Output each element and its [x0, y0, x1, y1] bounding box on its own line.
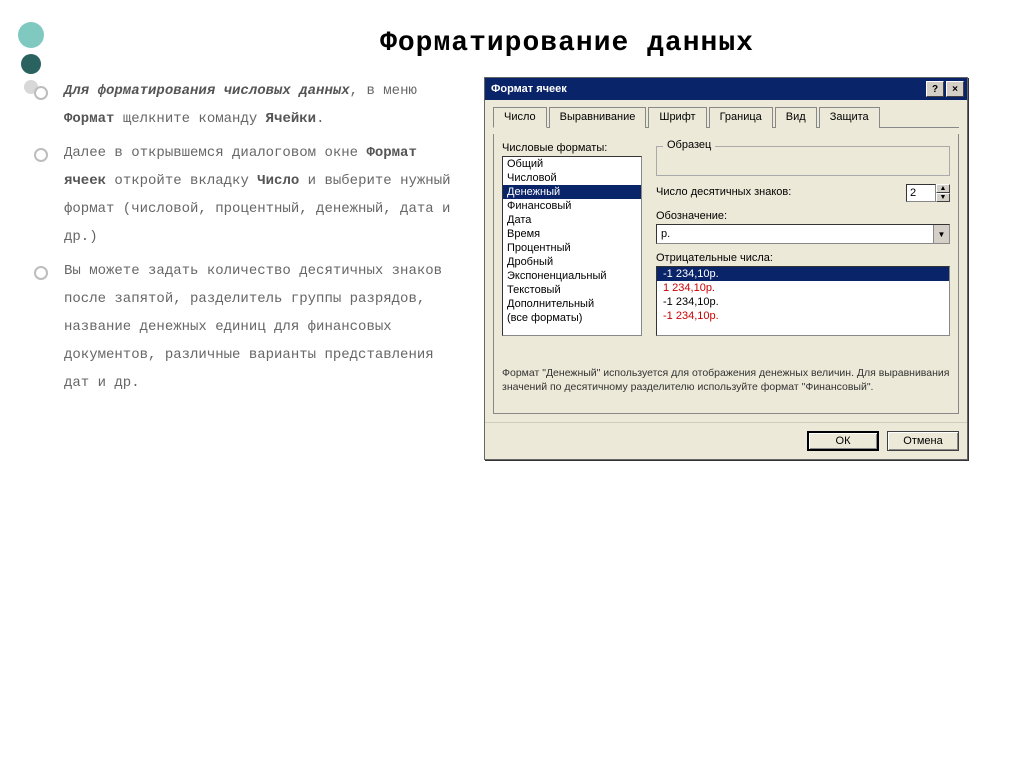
decimal-label: Число десятичных знаков:: [656, 186, 898, 198]
format-option[interactable]: Дробный: [503, 255, 641, 269]
formats-label: Числовые форматы:: [502, 142, 642, 154]
format-option[interactable]: Дата: [503, 213, 641, 227]
cancel-button[interactable]: Отмена: [887, 431, 959, 451]
negative-listbox[interactable]: -1 234,10р.1 234,10р.-1 234,10р.-1 234,1…: [656, 266, 950, 336]
format-cells-dialog: Формат ячеек ? × Число Выравнивание Шриф…: [484, 77, 968, 460]
format-option[interactable]: (все форматы): [503, 311, 641, 325]
tab-protection[interactable]: Защита: [819, 107, 880, 128]
tab-border[interactable]: Граница: [709, 107, 773, 128]
close-icon: ×: [952, 84, 958, 95]
close-button[interactable]: ×: [946, 81, 964, 97]
help-button[interactable]: ?: [926, 81, 944, 97]
bullet-list: Для форматирования числовых данных, в ме…: [60, 77, 460, 403]
help-icon: ?: [932, 84, 938, 95]
slide-title: Форматирование данных: [140, 28, 994, 59]
symbol-value: р.: [657, 228, 933, 240]
decoration-dots: [18, 22, 44, 94]
symbol-label: Обозначение:: [656, 210, 950, 222]
format-option[interactable]: Финансовый: [503, 199, 641, 213]
formats-listbox[interactable]: ОбщийЧисловойДенежныйФинансовыйДатаВремя…: [502, 156, 642, 336]
bullet-item: Далее в открывшемся диалоговом окне Форм…: [60, 139, 460, 251]
format-option[interactable]: Денежный: [503, 185, 641, 199]
decimal-spinner[interactable]: ▲ ▼: [906, 184, 950, 202]
dialog-title: Формат ячеек: [491, 83, 924, 95]
negative-option[interactable]: -1 234,10р.: [657, 267, 949, 281]
tab-view[interactable]: Вид: [775, 107, 817, 128]
chevron-down-icon[interactable]: ▼: [933, 225, 949, 243]
format-option[interactable]: Текстовый: [503, 283, 641, 297]
tab-alignment[interactable]: Выравнивание: [549, 107, 647, 128]
bullet-item: Вы можете задать количество десятичных з…: [60, 257, 460, 397]
ok-button[interactable]: ОК: [807, 431, 879, 451]
tab-number[interactable]: Число: [493, 107, 547, 128]
format-option[interactable]: Общий: [503, 157, 641, 171]
sample-value: [665, 153, 941, 167]
dialog-titlebar[interactable]: Формат ячеек ? ×: [485, 78, 967, 100]
tab-font[interactable]: Шрифт: [648, 107, 706, 128]
symbol-combobox[interactable]: р. ▼: [656, 224, 950, 244]
sample-group: Образец: [656, 146, 950, 176]
tab-strip: Число Выравнивание Шрифт Граница Вид Защ…: [493, 106, 959, 128]
format-description: Формат "Денежный" используется для отобр…: [502, 366, 950, 394]
format-option[interactable]: Экспоненциальный: [503, 269, 641, 283]
negative-option[interactable]: 1 234,10р.: [657, 281, 949, 295]
spinner-down-icon[interactable]: ▼: [936, 193, 950, 202]
format-option[interactable]: Время: [503, 227, 641, 241]
sample-label: Образец: [663, 139, 715, 151]
format-option[interactable]: Числовой: [503, 171, 641, 185]
format-option[interactable]: Дополнительный: [503, 297, 641, 311]
negative-option[interactable]: -1 234,10р.: [657, 295, 949, 309]
negative-option[interactable]: -1 234,10р.: [657, 309, 949, 323]
bullet-item: Для форматирования числовых данных, в ме…: [60, 77, 460, 133]
format-option[interactable]: Процентный: [503, 241, 641, 255]
spinner-up-icon[interactable]: ▲: [936, 184, 950, 193]
bold-text: Для форматирования числовых данных: [64, 83, 350, 99]
decimal-input[interactable]: [906, 184, 936, 202]
negative-label: Отрицательные числа:: [656, 252, 950, 264]
